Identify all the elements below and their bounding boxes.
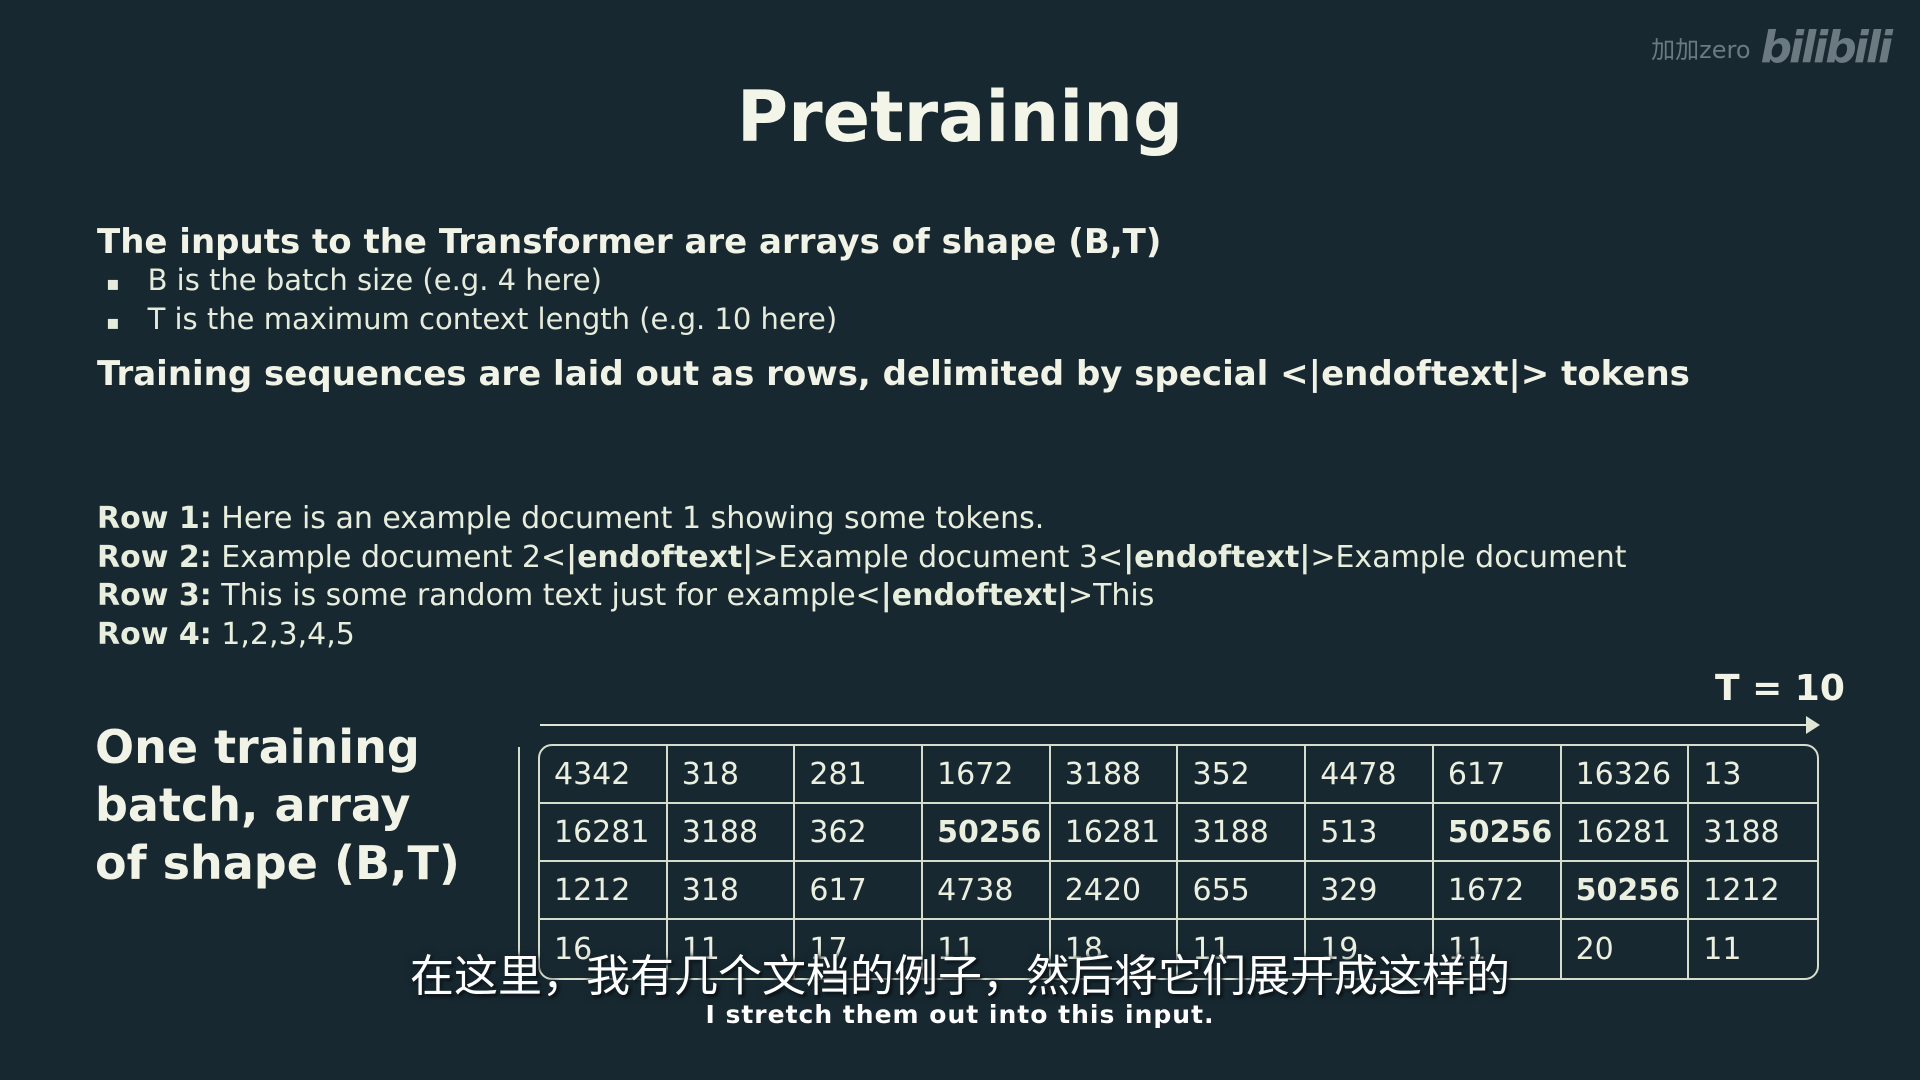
row-example-3: Row 3: This is some random text just for… [97, 577, 1627, 616]
row-examples: Row 1: Here is an example document 1 sho… [97, 500, 1627, 654]
row-text: Example document 2< [211, 539, 567, 575]
grid-cell: 50256 [1433, 804, 1562, 862]
grid-cell: 4738 [923, 862, 1051, 920]
grid-cell: 1672 [1433, 862, 1562, 920]
watermark-name: 加加zero [1651, 36, 1751, 64]
grid-cell: 617 [1433, 746, 1562, 804]
grid-cell: 16281 [1561, 804, 1690, 862]
watermark: 加加zero bilibili [1651, 22, 1893, 73]
grid-cell: 3188 [1050, 746, 1179, 804]
grid-cell: 16326 [1561, 746, 1690, 804]
subtitle-english: I stretch them out into this input. [705, 1000, 1215, 1029]
grid-cell: 655 [1178, 862, 1307, 920]
grid-cell: 4342 [540, 746, 668, 804]
grid-cell: 13 [1689, 746, 1817, 804]
grid-cell: 2420 [1050, 862, 1179, 920]
grid-cell: 50256 [923, 804, 1051, 862]
arrowhead-icon [1806, 716, 1820, 734]
heading-training-sequences: Training sequences are laid out as rows,… [97, 354, 1690, 394]
row-label: Row 2: [97, 539, 212, 575]
row-example-4: Row 4: 1,2,3,4,5 [97, 616, 1627, 655]
row-text: >This [1067, 578, 1155, 613]
bullet-text: T is the maximum context length (e.g. 10… [147, 302, 838, 336]
row-label: Row 4: [97, 616, 212, 652]
row-text: 1,2,3,4,5 [211, 616, 355, 652]
bilibili-logo: bilibili [1760, 22, 1893, 73]
grid-cell: 3188 [1178, 804, 1307, 862]
batch-label: One training batch, array of shape (B,T) [95, 718, 460, 892]
grid-cell: 329 [1306, 862, 1434, 920]
grid-cell: 617 [795, 862, 924, 920]
grid-cell: 16281 [1050, 804, 1179, 862]
row-text: Here is an example document 1 showing so… [211, 501, 1045, 536]
grid-cell: 4478 [1306, 746, 1434, 804]
row-text: This is some random text just for exampl… [211, 578, 881, 613]
grid-cell: 16281 [540, 804, 668, 862]
grid-cell: 1212 [1689, 862, 1817, 920]
grid-cell: 1672 [923, 746, 1051, 804]
row-label: Row 1: [97, 501, 212, 536]
t-axis-arrow [540, 724, 1816, 726]
batch-label-line: of shape (B,T) [95, 836, 460, 890]
row-example-1: Row 1: Here is an example document 1 sho… [97, 500, 1627, 539]
subtitle-chinese: 在这里，我有几个文档的例子，然后将它们展开成这样的 [410, 951, 1510, 1002]
batch-label-line: One training [95, 720, 420, 774]
row-text: >Example document [1310, 539, 1627, 575]
row-example-2: Row 2: Example document 2<|endoftext|>Ex… [97, 539, 1627, 578]
t-dimension-label: T = 10 [1715, 668, 1845, 709]
grid-cell: 3188 [1689, 804, 1817, 862]
slide-title: Pretraining [736, 76, 1184, 158]
grid-cell: 352 [1178, 746, 1307, 804]
endoftext-token: |endoftext| [1123, 539, 1311, 575]
grid-cell: 50256 [1561, 862, 1690, 920]
grid-cell: 318 [667, 862, 796, 920]
row-label: Row 3: [97, 578, 212, 613]
bullet-dot-icon: ▪ [106, 271, 120, 295]
row-text: >Example document 3< [753, 539, 1124, 575]
grid-cell: 513 [1306, 804, 1434, 862]
bullet-dot-icon: ▪ [106, 310, 120, 334]
endoftext-token: |endoftext| [566, 539, 754, 575]
grid-cell: 3188 [667, 804, 796, 862]
grid-cell: 281 [795, 746, 924, 804]
batch-label-line: batch, array [95, 778, 411, 832]
grid-cell: 318 [667, 746, 796, 804]
grid-cell: 1212 [540, 862, 668, 920]
bullet-context-length: ▪ T is the maximum context length (e.g. … [106, 302, 837, 342]
grid-cell: 362 [795, 804, 924, 862]
endoftext-token: |endoftext| [880, 578, 1068, 613]
bullet-batch-size: ▪ B is the batch size (e.g. 4 here) [106, 263, 602, 303]
bullet-text: B is the batch size (e.g. 4 here) [147, 263, 602, 297]
heading-inputs: The inputs to the Transformer are arrays… [97, 222, 1162, 262]
